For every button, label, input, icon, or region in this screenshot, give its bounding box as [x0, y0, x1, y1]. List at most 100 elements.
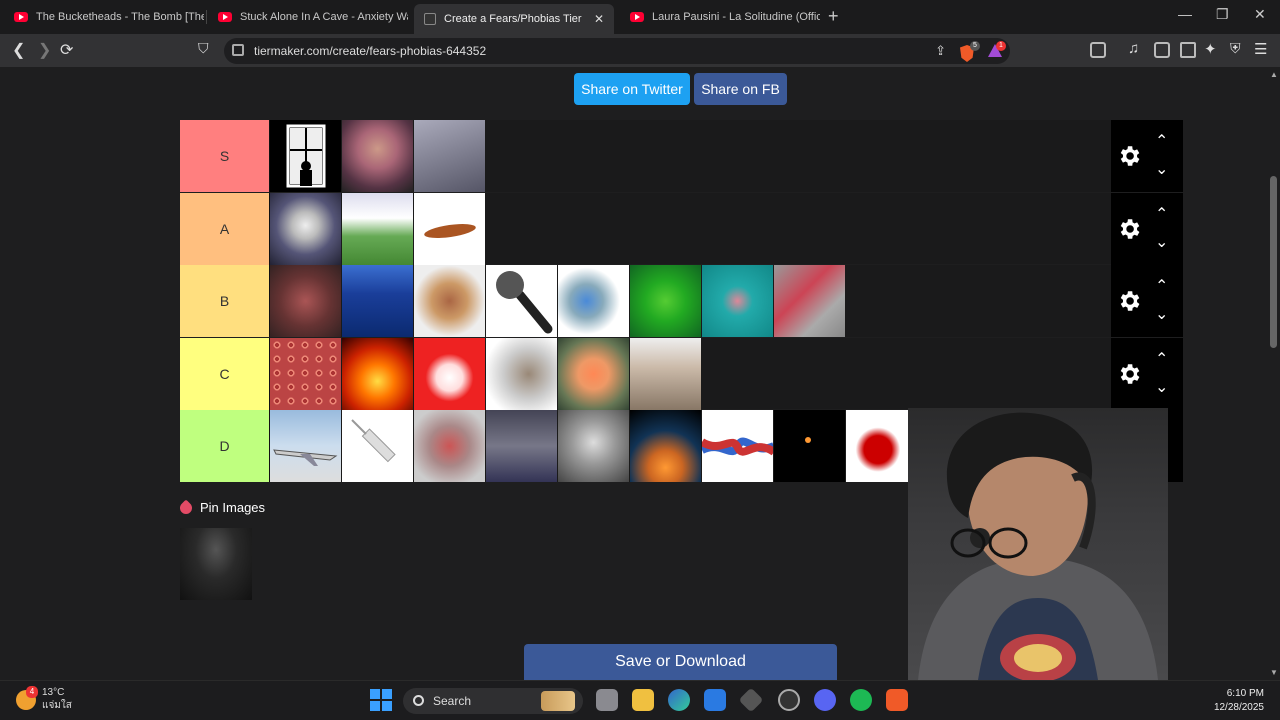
move-tier-up-icon[interactable]: ⌃ — [1155, 279, 1168, 295]
bookmark-icon[interactable]: ⛉ — [198, 40, 209, 57]
new-tab-button[interactable]: + — [828, 6, 839, 27]
tier-items-dropzone[interactable] — [270, 120, 1111, 192]
steam-icon[interactable] — [778, 689, 800, 711]
tier-image-asteroid-earth[interactable] — [630, 410, 702, 482]
tier-image-lightning[interactable] — [486, 410, 558, 482]
tier-image-green-snake[interactable] — [630, 265, 702, 337]
share-icon[interactable]: ⇪ — [935, 43, 946, 59]
pin-images-toggle[interactable]: Pin Images — [177, 499, 265, 516]
tier-label[interactable]: A — [180, 192, 270, 265]
move-tier-up-icon[interactable]: ⌃ — [1155, 206, 1168, 223]
tier-image-clown[interactable] — [414, 337, 486, 410]
forward-icon[interactable]: ❯ — [38, 40, 51, 60]
site-info-icon[interactable] — [232, 44, 244, 56]
tier-image-airplane[interactable] — [270, 410, 342, 482]
search-label: Search — [433, 694, 472, 708]
unranked-image-dark-light[interactable] — [180, 528, 252, 600]
restore-icon[interactable]: ❐ — [1216, 6, 1229, 23]
file-explorer-icon[interactable] — [632, 689, 654, 711]
tier-image-shark[interactable] — [270, 192, 342, 265]
share-fb-button[interactable]: Share on FB — [694, 73, 787, 105]
tier-image-virus[interactable] — [558, 265, 630, 337]
tier-items-dropzone[interactable] — [270, 337, 1111, 410]
scrollbar-track[interactable] — [1268, 67, 1280, 680]
tab-3-active[interactable]: Create a Fears/Phobias Tier List - ✕ — [414, 4, 614, 34]
tier-image-puppet[interactable] — [414, 410, 486, 482]
scroll-up-arrow[interactable]: ▲ — [1270, 70, 1278, 79]
address-bar[interactable]: tiermaker.com/create/fears-phobias-64435… — [224, 38, 1010, 64]
reload-icon[interactable]: ⟳ — [60, 40, 73, 60]
tab-2[interactable]: Stuck Alone In A Cave - Anxiety Warr — [208, 4, 408, 30]
leo-ai-icon[interactable]: ✦ — [1204, 40, 1217, 58]
tier-image-microphone[interactable] — [486, 265, 558, 337]
gear-icon[interactable] — [1116, 216, 1142, 242]
tier-image-rope-knot[interactable] — [702, 410, 774, 482]
gear-icon[interactable] — [1116, 288, 1142, 314]
move-tier-down-icon[interactable]: ⌄ — [1155, 379, 1168, 396]
save-download-button[interactable]: Save or Download — [524, 644, 837, 680]
minimize-icon[interactable]: — — [1178, 6, 1192, 22]
tier-label[interactable]: B — [180, 265, 270, 337]
tier-items-dropzone[interactable] — [270, 265, 1111, 337]
tier-image-centipede[interactable] — [774, 265, 846, 337]
tier-controls: ⌃⌄ — [1111, 265, 1183, 337]
move-tier-up-icon[interactable]: ⌃ — [1155, 351, 1168, 368]
tier-image-tarantula[interactable] — [414, 265, 486, 337]
music-icon[interactable]: ♫ — [1128, 40, 1139, 57]
vpn-icon[interactable]: ⛨ — [1230, 40, 1241, 57]
brave-taskbar-icon[interactable] — [886, 689, 908, 711]
tier-image-crowd[interactable] — [270, 265, 342, 337]
share-twitter-button[interactable]: Share on Twitter — [574, 73, 690, 105]
tier-image-sea-creature[interactable] — [702, 265, 774, 337]
tier-label[interactable]: D — [180, 410, 270, 482]
discord-icon[interactable] — [814, 689, 836, 711]
wallet-icon[interactable] — [1180, 42, 1196, 58]
tier-image-fire[interactable] — [342, 337, 414, 410]
close-window-icon[interactable]: ✕ — [1254, 6, 1266, 23]
tier-image-glass-floor-view[interactable] — [414, 120, 486, 192]
tier-image-lizard[interactable] — [558, 337, 630, 410]
reader-icon[interactable] — [1090, 42, 1106, 58]
tier-image-candle-dark[interactable] — [774, 410, 846, 482]
tier-image-rat[interactable] — [486, 337, 558, 410]
back-icon[interactable]: ❮ — [12, 40, 25, 60]
gear-icon[interactable] — [1116, 143, 1142, 169]
tier-image-scared-girl[interactable] — [342, 120, 414, 192]
app-cube-icon[interactable] — [738, 687, 764, 713]
close-tab-icon[interactable]: ✕ — [594, 12, 604, 26]
tier-image-scorpion-hand[interactable] — [630, 337, 702, 410]
tab-title: The Bucketheads - The Bomb [These — [36, 11, 204, 23]
tier-image-syringe[interactable] — [342, 410, 414, 482]
tier-image-gravestone[interactable] — [342, 192, 414, 265]
tier-label[interactable]: C — [180, 337, 270, 410]
tab-1[interactable]: The Bucketheads - The Bomb [These — [4, 4, 204, 30]
weather-badge: 4 — [26, 686, 38, 698]
weather-desc: แจ่มใส — [42, 700, 72, 711]
spotify-icon[interactable] — [850, 689, 872, 711]
sidebar-icon[interactable] — [1154, 42, 1170, 58]
move-tier-down-icon[interactable]: ⌄ — [1155, 162, 1168, 178]
menu-icon[interactable]: ☰ — [1254, 40, 1267, 58]
tier-image-man-portrait[interactable] — [558, 410, 630, 482]
store-icon[interactable] — [704, 689, 726, 711]
taskbar-search[interactable]: Search — [403, 688, 583, 714]
windows-start-icon[interactable] — [370, 689, 392, 711]
weather-moon-icon: 4 — [16, 686, 38, 710]
system-clock[interactable]: 6:10 PM 12/28/2025 — [1214, 687, 1264, 715]
tier-image-ocean[interactable] — [342, 265, 414, 337]
tier-items-dropzone[interactable] — [270, 192, 1111, 265]
tier-image-window-silhouette[interactable] — [270, 120, 342, 192]
tier-image-holes-pattern[interactable] — [270, 337, 342, 410]
tier-label[interactable]: S — [180, 120, 270, 192]
move-tier-down-icon[interactable]: ⌄ — [1155, 234, 1168, 251]
weather-widget[interactable]: 4 13°C แจ่มใส — [16, 686, 72, 713]
edge-icon[interactable] — [668, 689, 690, 711]
scrollbar-thumb[interactable] — [1270, 176, 1277, 348]
move-tier-down-icon[interactable]: ⌄ — [1155, 307, 1168, 323]
tier-image-cockroach[interactable] — [414, 192, 486, 265]
gear-icon[interactable] — [1116, 361, 1142, 387]
task-view-icon[interactable] — [596, 689, 618, 711]
tab-4[interactable]: Laura Pausini - La Solitudine (Official — [620, 4, 820, 30]
scroll-down-arrow[interactable]: ▼ — [1270, 668, 1278, 677]
move-tier-up-icon[interactable]: ⌃ — [1155, 134, 1168, 150]
